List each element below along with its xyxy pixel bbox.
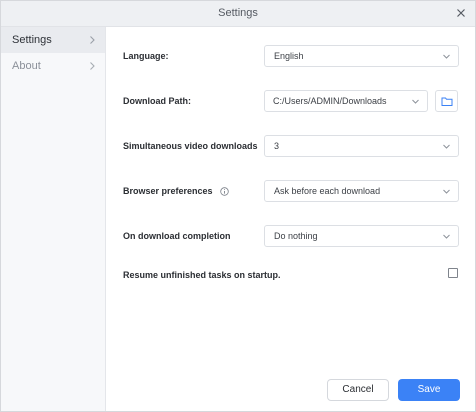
- on-completion-label: On download completion: [123, 231, 231, 241]
- sidebar-item-label: Settings: [12, 34, 52, 46]
- browser-preferences-select[interactable]: Ask before each download: [264, 180, 459, 202]
- title-bar: Settings: [1, 1, 475, 27]
- simultaneous-downloads-label: Simultaneous video downloads: [123, 141, 258, 151]
- on-completion-select[interactable]: Do nothing: [264, 225, 459, 247]
- settings-window: Settings Settings About Language: Englis…: [0, 0, 476, 412]
- close-icon: [457, 9, 465, 17]
- resume-tasks-label: Resume unfinished tasks on startup.: [123, 270, 281, 280]
- language-label: Language:: [123, 51, 169, 61]
- download-path-label: Download Path:: [123, 96, 191, 106]
- resume-tasks-checkbox[interactable]: [448, 268, 458, 278]
- save-button[interactable]: Save: [398, 379, 460, 401]
- sidebar-item-about[interactable]: About: [1, 53, 105, 79]
- on-completion-value: Do nothing: [274, 231, 318, 241]
- cancel-button[interactable]: Cancel: [327, 379, 389, 401]
- language-value: English: [274, 51, 304, 61]
- chevron-right-icon: [90, 36, 95, 44]
- chevron-down-icon: [443, 54, 450, 59]
- language-select[interactable]: English: [264, 45, 459, 67]
- chevron-down-icon: [412, 99, 419, 104]
- sidebar-item-label: About: [12, 60, 41, 72]
- settings-panel: Language: English Download Path: C:/User…: [106, 27, 475, 411]
- chevron-down-icon: [443, 234, 450, 239]
- browse-folder-button[interactable]: [435, 90, 458, 112]
- browser-preferences-value: Ask before each download: [274, 186, 381, 196]
- download-path-select[interactable]: C:/Users/ADMIN/Downloads: [264, 90, 428, 112]
- simultaneous-downloads-value: 3: [274, 141, 280, 151]
- close-button[interactable]: [453, 5, 469, 21]
- chevron-right-icon: [90, 62, 95, 70]
- folder-icon: [441, 97, 453, 106]
- window-title: Settings: [218, 7, 258, 19]
- browser-preferences-text: Browser preferences: [123, 186, 213, 196]
- simultaneous-downloads-select[interactable]: 3: [264, 135, 459, 157]
- browser-preferences-label: Browser preferences: [123, 186, 229, 196]
- chevron-down-icon: [443, 189, 450, 194]
- sidebar-item-settings[interactable]: Settings: [1, 27, 105, 53]
- sidebar: Settings About: [1, 27, 106, 411]
- download-path-value: C:/Users/ADMIN/Downloads: [273, 96, 387, 106]
- info-icon[interactable]: [220, 187, 229, 196]
- chevron-down-icon: [443, 144, 450, 149]
